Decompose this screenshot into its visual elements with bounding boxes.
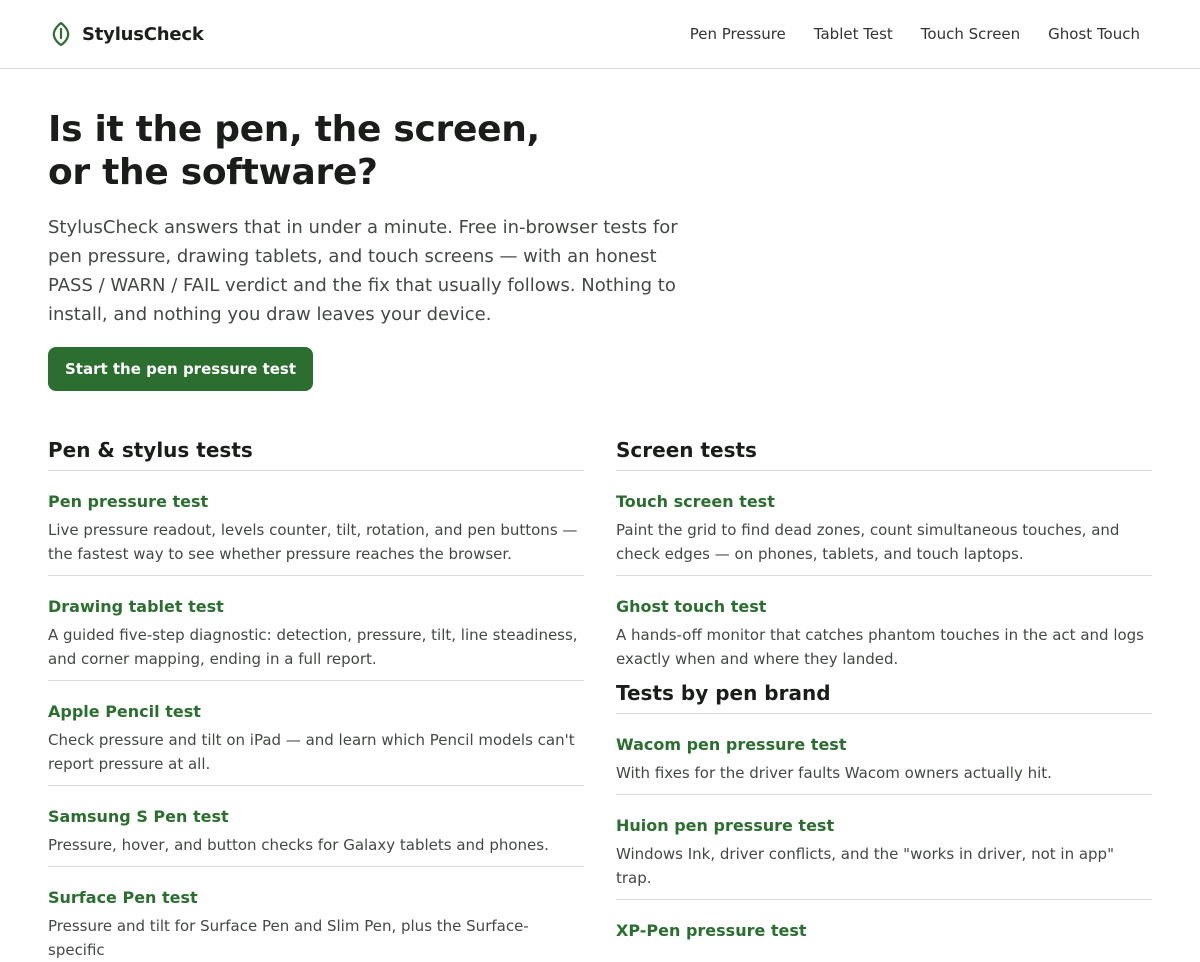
list-item: Ghost touch test A hands-off monitor tha… bbox=[616, 576, 1152, 671]
ghost-touch-test-link[interactable]: Ghost touch test bbox=[616, 596, 1152, 618]
pen-tests-heading: Pen & stylus tests bbox=[48, 436, 584, 471]
samsung-s-pen-test-link[interactable]: Samsung S Pen test bbox=[48, 806, 584, 828]
apple-pencil-test-link[interactable]: Apple Pencil test bbox=[48, 701, 584, 723]
item-description: Pressure and tilt for Surface Pen and Sl… bbox=[48, 917, 529, 959]
wacom-pen-pressure-test-link[interactable]: Wacom pen pressure test bbox=[616, 734, 1152, 756]
brand-tests-heading: Tests by pen brand bbox=[616, 679, 1152, 714]
huion-pen-pressure-test-link[interactable]: Huion pen pressure test bbox=[616, 815, 1152, 837]
list-item: Huion pen pressure test Windows Ink, dri… bbox=[616, 795, 1152, 900]
item-description: A hands-off monitor that catches phantom… bbox=[616, 626, 1144, 668]
hero-title: Is it the pen, the screen, or the softwa… bbox=[48, 108, 688, 194]
pen-pressure-test-link[interactable]: Pen pressure test bbox=[48, 491, 584, 513]
touch-screen-test-link[interactable]: Touch screen test bbox=[616, 491, 1152, 513]
site-header: StylusCheck Pen Pressure Tablet Test Tou… bbox=[0, 0, 1200, 69]
brand-name: StylusCheck bbox=[82, 23, 204, 45]
list-item: Pen pressure test Live pressure readout,… bbox=[48, 471, 584, 576]
item-description: Check pressure and tilt on iPad — and le… bbox=[48, 731, 575, 773]
item-description: Windows Ink, driver conflicts, and the "… bbox=[616, 845, 1114, 887]
nav-link-touch-screen[interactable]: Touch Screen bbox=[921, 24, 1020, 44]
item-description: Live pressure readout, levels counter, t… bbox=[48, 521, 578, 563]
screen-tests-heading: Screen tests bbox=[616, 436, 1152, 471]
list-item: Surface Pen test Pressure and tilt for S… bbox=[48, 867, 584, 962]
list-item: Wacom pen pressure test With fixes for t… bbox=[616, 714, 1152, 795]
drawing-tablet-test-link[interactable]: Drawing tablet test bbox=[48, 596, 584, 618]
start-pen-pressure-test-button[interactable]: Start the pen pressure test bbox=[48, 347, 314, 391]
item-description: Paint the grid to find dead zones, count… bbox=[616, 521, 1120, 563]
surface-pen-test-link[interactable]: Surface Pen test bbox=[48, 887, 584, 909]
nav-link-ghost-touch[interactable]: Ghost Touch bbox=[1048, 24, 1140, 44]
list-item: Apple Pencil test Check pressure and til… bbox=[48, 681, 584, 786]
brand-link[interactable]: StylusCheck bbox=[49, 21, 204, 47]
list-item: Touch screen test Paint the grid to find… bbox=[616, 471, 1152, 576]
nav-link-tablet-test[interactable]: Tablet Test bbox=[814, 24, 893, 44]
pen-nib-icon bbox=[52, 21, 70, 47]
hero-title-line-2: or the software? bbox=[48, 152, 378, 193]
item-description: Pressure, hover, and button checks for G… bbox=[48, 836, 549, 854]
pen-tests-section: Pen & stylus tests Pen pressure test Liv… bbox=[48, 436, 584, 962]
brand-tests-section: Tests by pen brand Wacom pen pressure te… bbox=[616, 679, 1152, 942]
xp-pen-pressure-test-link[interactable]: XP-Pen pressure test bbox=[616, 920, 1152, 942]
item-description: A guided five-step diagnostic: detection… bbox=[48, 626, 578, 668]
main-nav: Pen Pressure Tablet Test Touch Screen Gh… bbox=[690, 24, 1140, 44]
hero-lede: StylusCheck answers that in under a minu… bbox=[48, 217, 678, 325]
nav-link-pen-pressure[interactable]: Pen Pressure bbox=[690, 24, 786, 44]
screen-tests-section: Screen tests Touch screen test Paint the… bbox=[616, 436, 1152, 942]
list-item: Samsung S Pen test Pressure, hover, and … bbox=[48, 786, 584, 867]
hero-title-line-1: Is it the pen, the screen, bbox=[48, 109, 540, 150]
list-item: Drawing tablet test A guided five-step d… bbox=[48, 576, 584, 681]
item-description: With fixes for the driver faults Wacom o… bbox=[616, 764, 1052, 782]
list-item: XP-Pen pressure test bbox=[616, 900, 1152, 942]
